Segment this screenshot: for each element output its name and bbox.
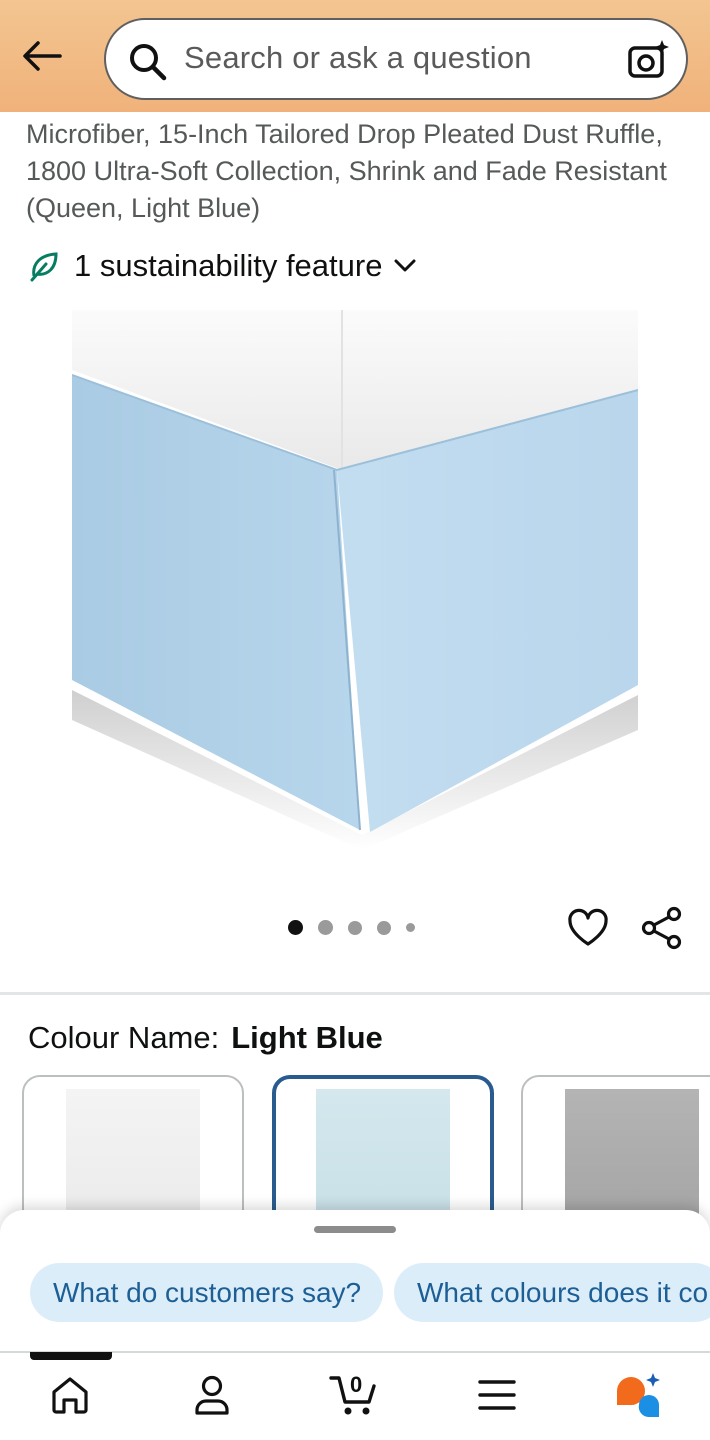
- nav-account[interactable]: [182, 1370, 242, 1420]
- colour-label: Colour Name:: [28, 1020, 220, 1055]
- person-icon: [195, 1375, 229, 1415]
- image-pager: [288, 920, 430, 935]
- product-title: Microfiber, 15-Inch Tailored Drop Pleate…: [26, 119, 667, 223]
- nav-rufus[interactable]: [607, 1370, 667, 1420]
- cart-count-badge: 0: [350, 1372, 363, 1397]
- pager-dot[interactable]: [348, 920, 362, 935]
- active-tab-indicator: [30, 1352, 112, 1360]
- section-divider: [0, 992, 710, 995]
- pager-dot[interactable]: [318, 920, 333, 935]
- sustainability-feature-toggle[interactable]: 1 sustainability feature: [28, 246, 416, 286]
- search-icon: [130, 44, 167, 81]
- pager-dot[interactable]: [377, 920, 391, 935]
- search-input[interactable]: Search or ask a question: [184, 40, 532, 76]
- colour-name-row: Colour Name: Light Blue: [28, 1020, 383, 1056]
- suggestion-chip[interactable]: What colours does it co: [394, 1263, 710, 1322]
- share-icon[interactable]: [640, 906, 684, 950]
- pager-dot[interactable]: [406, 923, 415, 932]
- sheet-drag-handle[interactable]: [314, 1226, 396, 1233]
- header-bar: Search or ask a question: [0, 0, 710, 112]
- pager-dot[interactable]: [288, 920, 303, 935]
- nav-home[interactable]: [40, 1370, 100, 1420]
- assistant-sheet: What do customers say? What colours does…: [0, 1210, 710, 1355]
- leaf-icon: [30, 252, 58, 282]
- colour-value: Light Blue: [231, 1020, 383, 1055]
- heart-icon[interactable]: [566, 906, 610, 950]
- home-icon: [52, 1377, 88, 1414]
- ai-assistant-icon: [617, 1373, 660, 1418]
- chevron-down-icon: [394, 259, 416, 272]
- suggestion-chip[interactable]: What do customers say?: [30, 1263, 383, 1322]
- sustainability-text: 1 sustainability feature: [74, 248, 383, 283]
- back-button[interactable]: [20, 34, 64, 78]
- search-bar[interactable]: Search or ask a question: [104, 18, 688, 100]
- bed-skirt-illustration: [71, 310, 639, 850]
- product-image[interactable]: [71, 310, 639, 850]
- nav-menu[interactable]: [467, 1370, 527, 1420]
- menu-icon: [478, 1380, 516, 1410]
- camera-lens-icon[interactable]: [626, 38, 670, 82]
- back-arrow-icon: [23, 41, 62, 71]
- product-page: Search or ask a question Microfiber, 15-…: [0, 0, 710, 1440]
